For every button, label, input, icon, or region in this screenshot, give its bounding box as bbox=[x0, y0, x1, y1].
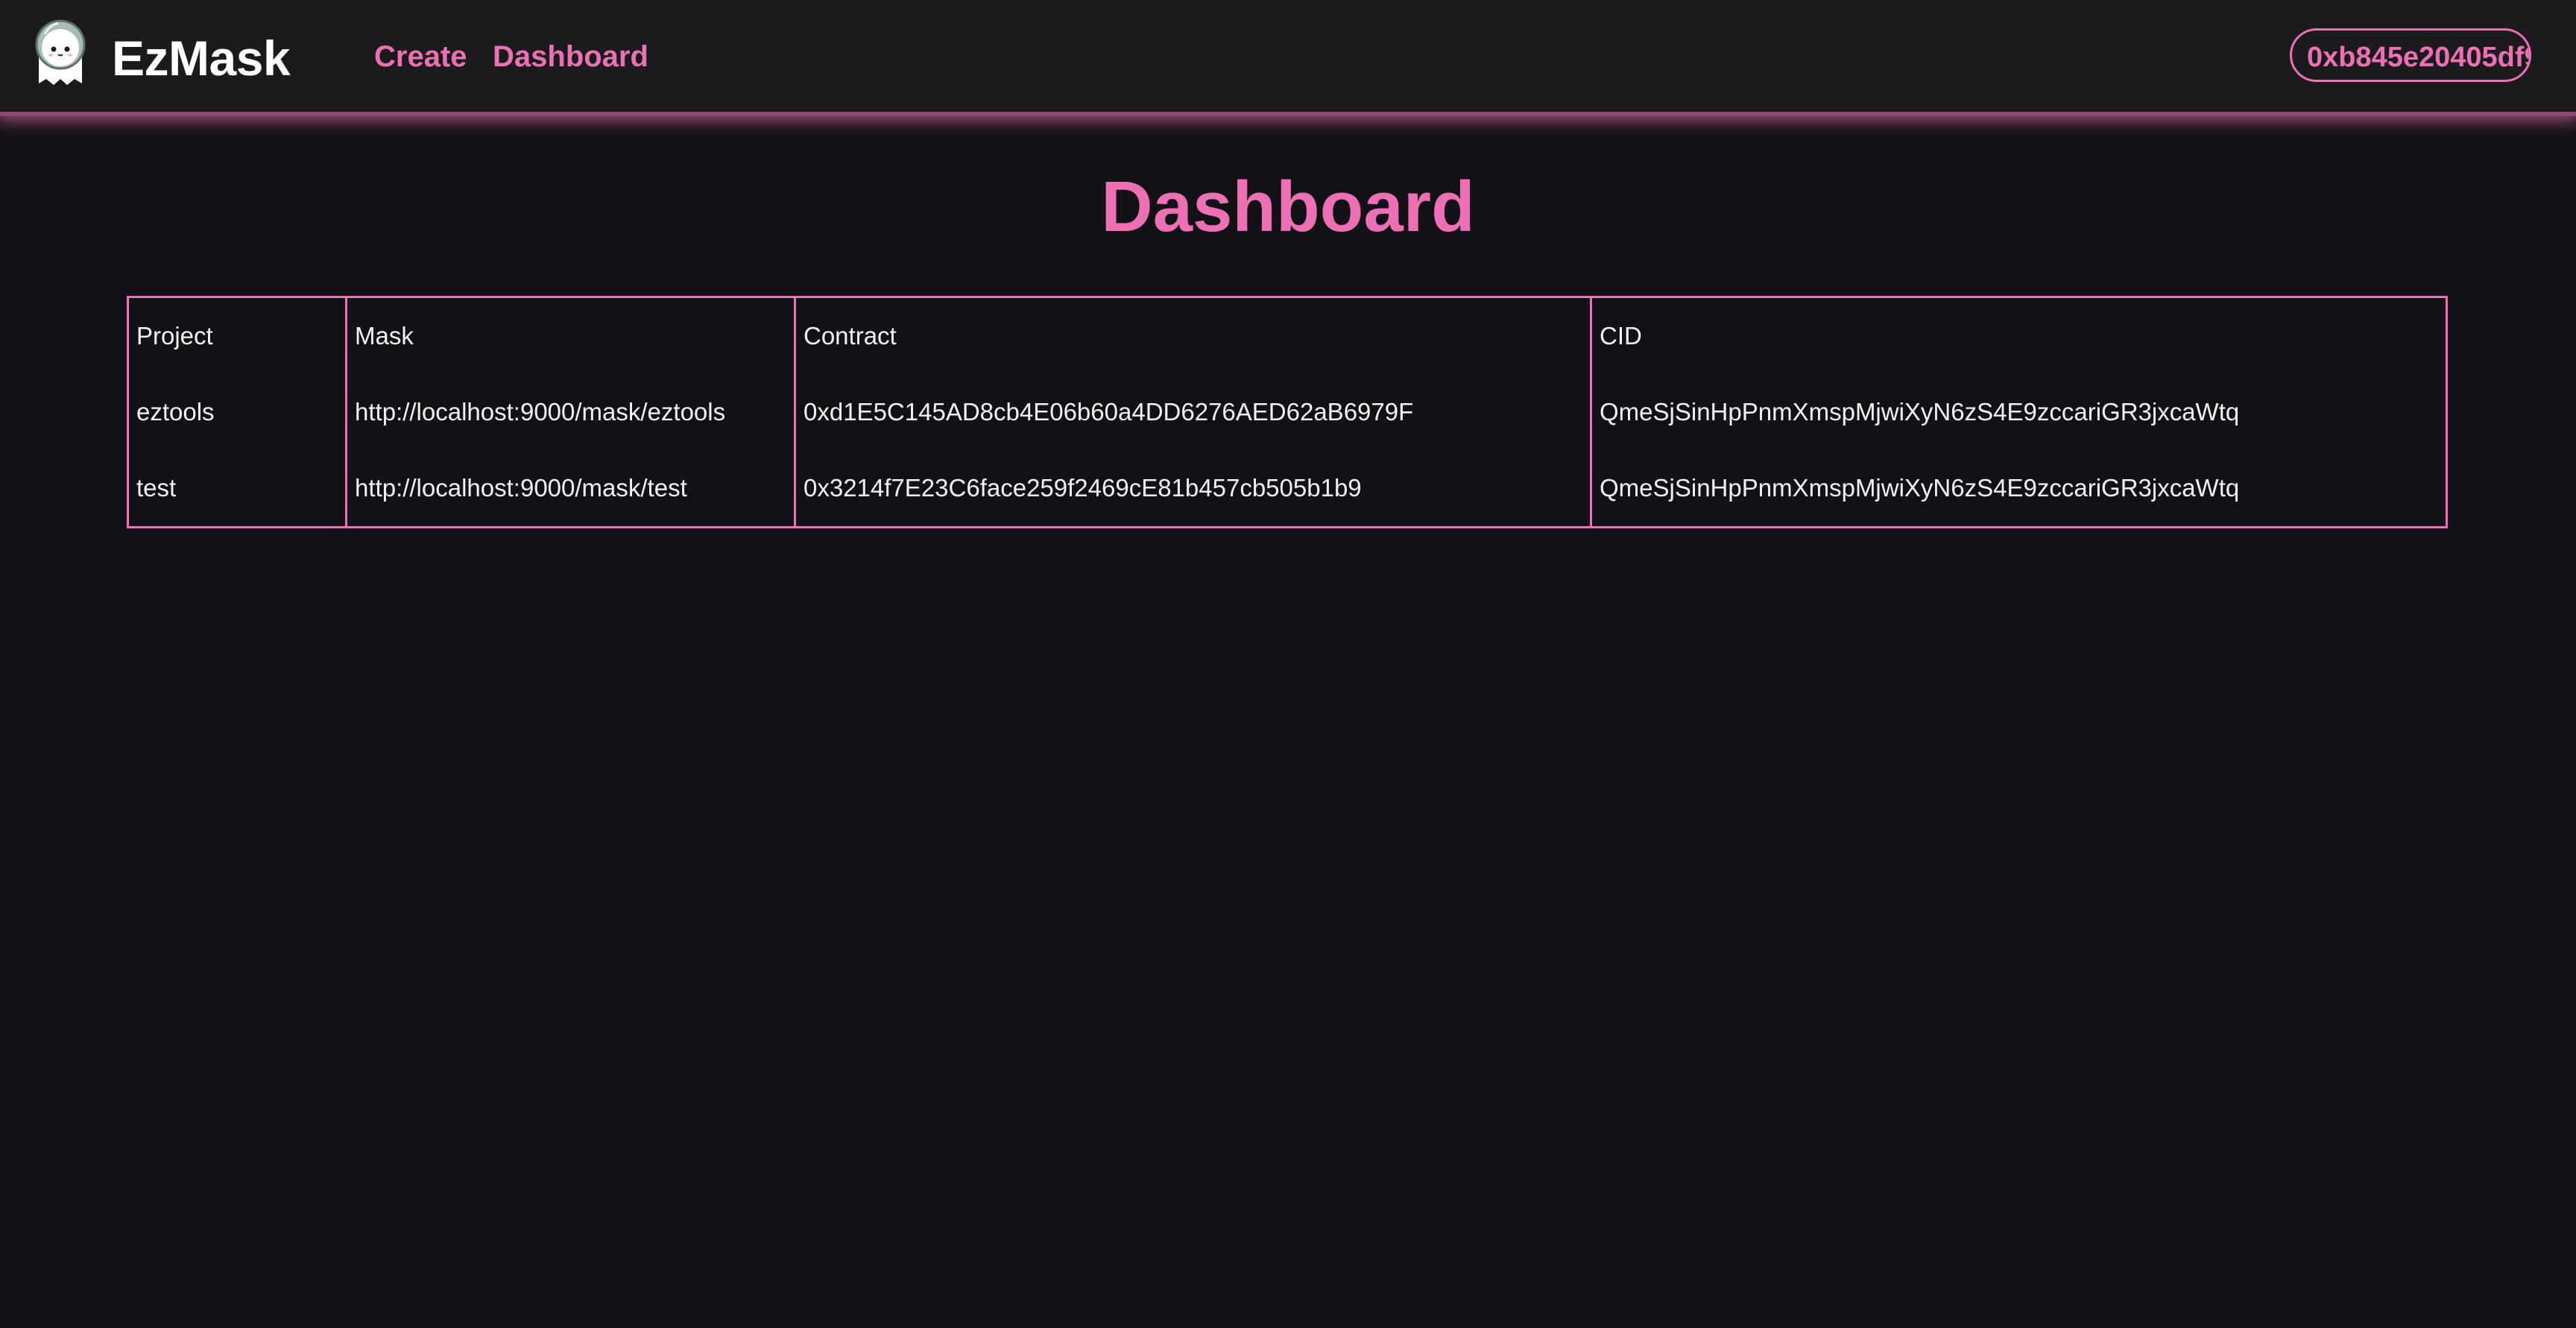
header-mask: Mask bbox=[345, 297, 796, 374]
top-navbar: EzMask Create Dashboard 0xb845e20405df9 bbox=[0, 0, 2576, 116]
wallet-address-button[interactable]: 0xb845e20405df9 bbox=[2290, 28, 2531, 82]
cell-project: test bbox=[127, 450, 347, 528]
page-title: Dashboard bbox=[1101, 167, 1475, 247]
cell-project: eztools bbox=[127, 374, 347, 450]
cell-contract: 0x3214f7E23C6face259f2469cE81b457cb505b1… bbox=[794, 450, 1592, 528]
table-row: eztools http://localhost:9000/mask/eztoo… bbox=[127, 374, 2448, 450]
header-project: Project bbox=[127, 297, 347, 374]
cell-contract: 0xd1E5C145AD8cb4E06b60a4DD6276AED62aB697… bbox=[794, 374, 1592, 450]
cell-cid: QmeSjSinHpPnmXmspMjwiXyN6zS4E9zccariGR3j… bbox=[1590, 450, 2448, 528]
projects-table: Project Mask Contract CID eztools http:/… bbox=[127, 296, 2448, 528]
cell-mask: http://localhost:9000/mask/test bbox=[345, 450, 796, 528]
brand-name[interactable]: EzMask bbox=[112, 28, 291, 88]
header-contract: Contract bbox=[794, 297, 1592, 374]
cell-mask: http://localhost:9000/mask/eztools bbox=[345, 374, 796, 450]
header-cid: CID bbox=[1590, 297, 2448, 374]
nav-link-create[interactable]: Create bbox=[374, 39, 467, 75]
ghost-astronaut-icon[interactable] bbox=[28, 12, 92, 86]
table-header-row: Project Mask Contract CID bbox=[127, 297, 2448, 374]
table-row: test http://localhost:9000/mask/test 0x3… bbox=[127, 450, 2448, 528]
wallet-address-label: 0xb845e20405df9 bbox=[2307, 42, 2531, 73]
nav-link-dashboard[interactable]: Dashboard bbox=[493, 39, 648, 75]
cell-cid: QmeSjSinHpPnmXmspMjwiXyN6zS4E9zccariGR3j… bbox=[1590, 374, 2448, 450]
